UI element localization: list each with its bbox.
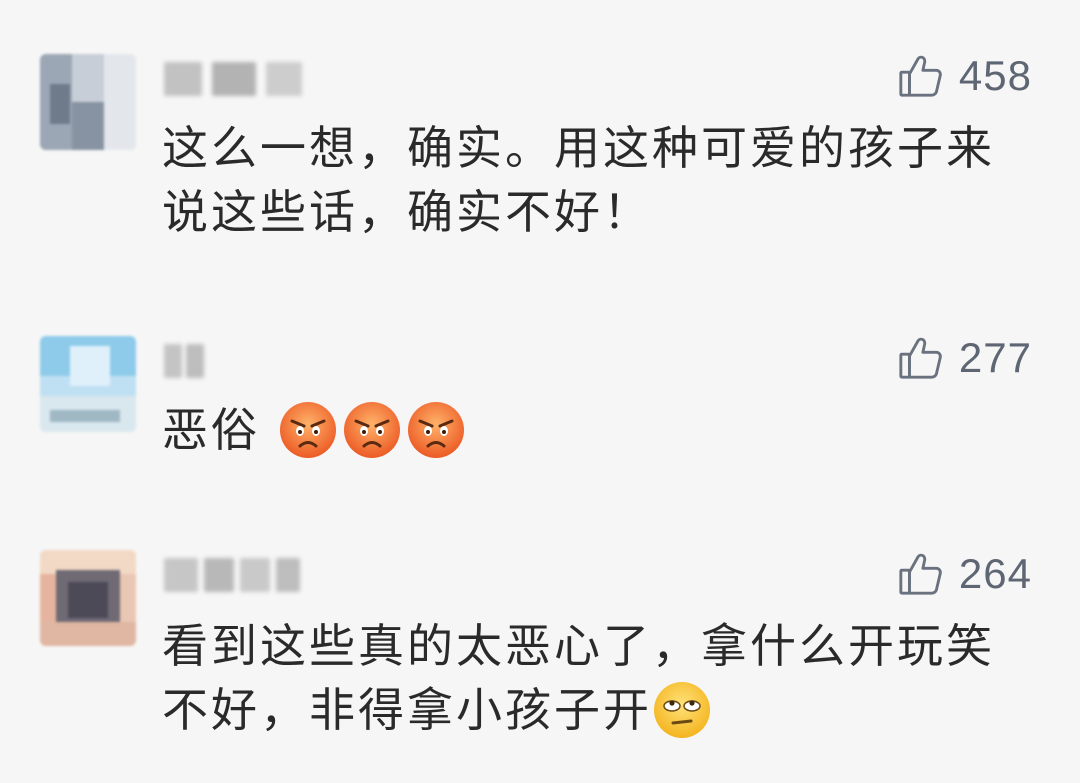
- thumbs-up-icon: [897, 551, 943, 597]
- username[interactable]: [162, 552, 312, 600]
- angry-face-icon: [342, 400, 402, 460]
- comment-text: 这么一想，确实。用这种可爱的孩子来说这些话，确实不好！: [162, 121, 995, 239]
- like-count: 458: [958, 52, 1032, 99]
- thumbs-up-icon: [897, 335, 943, 381]
- comment-text: 看到这些真的太恶心了，拿什么开玩笑不好，非得拿小孩子开: [162, 619, 995, 737]
- thumbs-up-icon: [897, 53, 943, 99]
- like-button[interactable]: 264: [897, 550, 1032, 598]
- comment-text: 恶俗: [162, 403, 260, 457]
- avatar[interactable]: [40, 54, 136, 150]
- username[interactable]: [162, 338, 222, 386]
- angry-face-icon: [278, 400, 338, 460]
- eye-roll-face-icon: [652, 680, 712, 740]
- avatar[interactable]: [40, 550, 136, 646]
- avatar[interactable]: [40, 336, 136, 432]
- angry-face-icon: [406, 400, 466, 460]
- username[interactable]: [162, 56, 312, 104]
- like-count: 264: [958, 550, 1032, 597]
- comment-text-row: 看到这些真的太恶心了，拿什么开玩笑不好，非得拿小孩子开: [162, 614, 1022, 742]
- comment-text-row: 恶俗: [162, 398, 1022, 462]
- like-count: 277: [958, 334, 1032, 381]
- like-button[interactable]: 277: [897, 334, 1032, 382]
- like-button[interactable]: 458: [897, 52, 1032, 100]
